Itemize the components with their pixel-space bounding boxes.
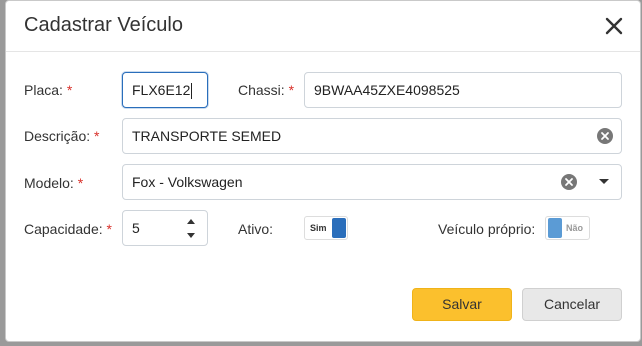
capacidade-label-text: Capacidade: <box>24 221 103 237</box>
modelo-select[interactable]: Fox - Volkswagen <box>122 164 622 200</box>
capacidade-stepper[interactable]: 5 <box>122 210 208 246</box>
placa-label: Placa: * <box>24 82 72 98</box>
descricao-input[interactable]: TRANSPORTE SEMED <box>122 118 622 154</box>
veiculo-proprio-toggle-text: Não <box>566 223 584 233</box>
veiculo-proprio-label: Veículo próprio: <box>438 221 536 237</box>
clear-icon[interactable] <box>597 128 613 144</box>
modelo-label-text: Modelo: <box>24 175 74 191</box>
modelo-label: Modelo: * <box>24 175 83 191</box>
descricao-label-text: Descrição: <box>24 128 91 144</box>
stepper-controls <box>187 215 197 241</box>
chassi-value: 9BWAA45ZXE4098525 <box>314 82 460 98</box>
chassi-input[interactable]: 9BWAA45ZXE4098525 <box>304 72 622 108</box>
required-mark: * <box>77 175 84 191</box>
capacidade-label: Capacidade: * <box>24 221 112 237</box>
ativo-label: Ativo: <box>238 221 274 237</box>
dialog-title: Cadastrar Veículo <box>24 14 183 36</box>
increment-icon[interactable] <box>187 219 195 224</box>
required-mark: * <box>288 82 295 98</box>
save-button[interactable]: Salvar <box>412 288 512 321</box>
required-mark: * <box>106 221 112 237</box>
text-caret <box>191 83 193 100</box>
clear-icon[interactable] <box>561 174 577 190</box>
toggle-knob <box>332 218 346 238</box>
close-icon[interactable] <box>602 14 626 38</box>
required-mark: * <box>94 128 100 144</box>
cancel-button[interactable]: Cancelar <box>522 288 622 321</box>
capacidade-value: 5 <box>132 220 140 236</box>
vehicle-dialog: Cadastrar Veículo Placa: * FLX6E12 Chass… <box>5 0 641 342</box>
placa-input[interactable]: FLX6E12 <box>122 72 208 108</box>
descricao-value: TRANSPORTE SEMED <box>132 128 282 144</box>
placa-label-text: Placa: <box>24 82 63 98</box>
ativo-toggle-text: Sim <box>310 223 327 233</box>
placa-value: FLX6E12 <box>132 82 191 98</box>
toggle-knob <box>548 218 562 238</box>
required-mark: * <box>66 82 73 98</box>
veiculo-proprio-toggle[interactable]: Não <box>545 216 590 240</box>
chassi-label-text: Chassi: <box>238 82 285 98</box>
ativo-toggle[interactable]: Sim <box>304 216 348 240</box>
modelo-value: Fox - Volkswagen <box>132 174 243 190</box>
dialog-header: Cadastrar Veículo <box>6 1 640 52</box>
descricao-label: Descrição: * <box>24 128 99 144</box>
decrement-icon[interactable] <box>187 233 195 238</box>
chevron-down-icon[interactable] <box>599 179 609 184</box>
chassi-label: Chassi: * <box>238 82 294 98</box>
